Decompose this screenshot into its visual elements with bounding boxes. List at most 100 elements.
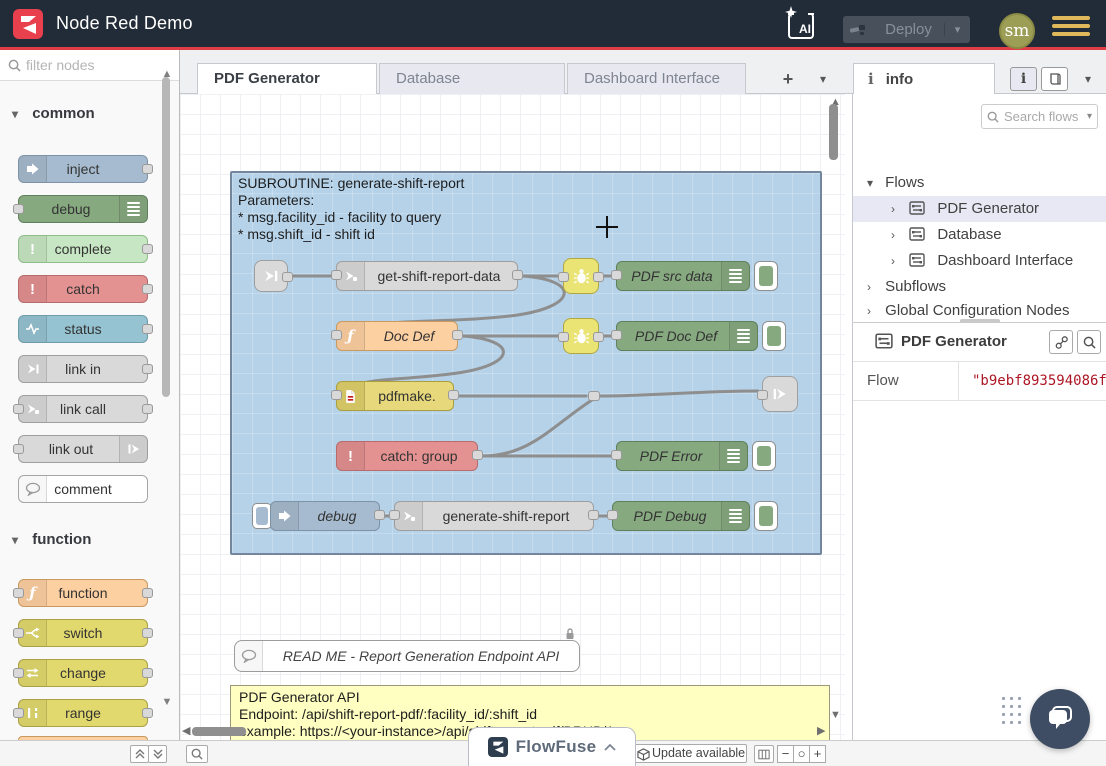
palette-category-function[interactable]: ▾ function: [12, 531, 162, 551]
input-port[interactable]: [331, 330, 342, 340]
output-port[interactable]: [448, 390, 459, 400]
zoom-in-button[interactable]: +: [809, 745, 826, 763]
node-link-in[interactable]: [254, 260, 288, 292]
palette-node-debug[interactable]: debug: [18, 195, 148, 223]
input-port[interactable]: [558, 332, 569, 342]
output-port[interactable]: [142, 628, 153, 638]
node-doc-def[interactable]: ƒ Doc Def: [336, 321, 458, 351]
debug-toggle-button[interactable]: [752, 441, 776, 471]
node-pdfmake[interactable]: pdfmake.: [336, 381, 454, 411]
ai-assistant-button[interactable]: AI: [784, 9, 818, 41]
palette-node-status[interactable]: status: [18, 315, 148, 343]
main-menu-button[interactable]: [1052, 16, 1090, 38]
navigator-button[interactable]: [754, 745, 774, 763]
flowfuse-banner[interactable]: FlowFuse: [468, 727, 636, 766]
node-assistant-bug-1[interactable]: [563, 258, 599, 294]
node-pdf-debug[interactable]: PDF Debug: [612, 501, 750, 531]
add-flow-button[interactable]: +: [775, 67, 801, 91]
palette-node-link-out[interactable]: link out: [18, 435, 148, 463]
search-flow-button[interactable]: [1077, 330, 1101, 354]
input-port[interactable]: [611, 330, 622, 340]
widget-drag-dots[interactable]: [1002, 697, 1022, 725]
node-get-shift-report-data[interactable]: get-shift-report-data: [336, 261, 518, 291]
palette-node-complete[interactable]: ! complete: [18, 235, 148, 263]
node-pdf-src-data[interactable]: PDF src data: [616, 261, 750, 291]
deploy-button[interactable]: Deploy ▾: [843, 16, 970, 43]
palette-scroll-down-arrow[interactable]: ▼: [160, 697, 174, 707]
output-port[interactable]: [142, 284, 153, 294]
input-port[interactable]: [13, 444, 24, 454]
sidebar-info-button[interactable]: i: [1010, 67, 1037, 91]
tree-item-database[interactable]: › Database: [853, 222, 1106, 248]
filter-nodes-input[interactable]: [26, 53, 171, 77]
collapse-all-button[interactable]: [130, 745, 149, 763]
node-assistant-bug-2[interactable]: [563, 318, 599, 354]
debug-toggle-button[interactable]: [754, 261, 778, 291]
input-port[interactable]: [558, 272, 569, 282]
palette-node-range[interactable]: range: [18, 699, 148, 727]
palette-node-comment[interactable]: comment: [18, 475, 148, 503]
copy-link-button[interactable]: [1049, 330, 1073, 354]
palette-node-change[interactable]: change: [18, 659, 148, 687]
search-flows-box[interactable]: ▾: [981, 104, 1098, 129]
palette-node-function[interactable]: ƒ function: [18, 579, 148, 607]
output-port[interactable]: [142, 324, 153, 334]
input-port[interactable]: [331, 390, 342, 400]
input-port[interactable]: [13, 628, 24, 638]
output-port[interactable]: [472, 450, 483, 460]
canvas-vertical-scrollbar-thumb[interactable]: [829, 104, 838, 160]
input-port[interactable]: [611, 450, 622, 460]
wire-junction[interactable]: [588, 391, 600, 401]
expand-all-button[interactable]: [148, 745, 167, 763]
palette-scrollbar-thumb[interactable]: [162, 77, 170, 397]
node-link-out[interactable]: [762, 376, 798, 412]
palette-node-link-call[interactable]: link call: [18, 395, 148, 423]
canvas-search-button[interactable]: [186, 745, 208, 763]
node-catch-group[interactable]: ! catch: group: [336, 441, 478, 471]
input-port[interactable]: [13, 708, 24, 718]
palette-category-common[interactable]: ▾ common: [12, 105, 162, 125]
zoom-out-button[interactable]: −: [777, 745, 794, 763]
node-inject-debug[interactable]: debug: [270, 501, 380, 531]
input-port[interactable]: [331, 270, 342, 280]
palette-node-inject[interactable]: inject: [18, 155, 148, 183]
input-port[interactable]: [607, 510, 618, 520]
input-port[interactable]: [13, 588, 24, 598]
input-port[interactable]: [611, 270, 622, 280]
palette-node-switch[interactable]: switch: [18, 619, 148, 647]
output-port[interactable]: [593, 332, 604, 342]
search-flows-input[interactable]: [1004, 107, 1078, 126]
tree-subflows[interactable]: › Subflows: [853, 274, 1106, 300]
output-port[interactable]: [142, 708, 153, 718]
input-port[interactable]: [13, 404, 24, 414]
output-port[interactable]: [142, 404, 153, 414]
tree-item-dashboard-interface[interactable]: › Dashboard Interface: [853, 248, 1106, 274]
tree-item-pdf-generator[interactable]: › PDF Generator: [853, 196, 1106, 222]
node-pdf-error[interactable]: PDF Error: [616, 441, 748, 471]
sidebar-help-button[interactable]: [1041, 67, 1068, 91]
tree-flows[interactable]: ▾ Flows: [853, 170, 1106, 196]
output-port[interactable]: [142, 244, 153, 254]
node-pdf-doc-def[interactable]: PDF Doc Def: [616, 321, 758, 351]
output-port[interactable]: [512, 270, 523, 280]
canvas-scroll-down-arrow[interactable]: ▼: [830, 710, 841, 720]
output-port[interactable]: [142, 588, 153, 598]
debug-toggle-button[interactable]: [762, 321, 786, 351]
output-port[interactable]: [374, 510, 385, 520]
debug-toggle-button[interactable]: [754, 501, 778, 531]
input-port[interactable]: [389, 510, 400, 520]
node-generate-shift-report[interactable]: generate-shift-report: [394, 501, 594, 531]
flow-canvas[interactable]: SUBROUTINE: generate-shift-report Parame…: [180, 94, 845, 740]
update-available-button[interactable]: Update available: [633, 744, 747, 763]
zoom-reset-button[interactable]: ○: [793, 745, 810, 763]
user-avatar[interactable]: sm: [999, 13, 1035, 49]
palette-node-link-in[interactable]: link in: [18, 355, 148, 383]
node-readme-comment[interactable]: READ ME - Report Generation Endpoint API: [234, 640, 580, 672]
chat-widget-button[interactable]: [1030, 689, 1090, 749]
deploy-options-caret[interactable]: ▾: [944, 23, 970, 36]
output-port[interactable]: [588, 510, 599, 520]
canvas-scroll-right-arrow[interactable]: ▶: [817, 726, 825, 736]
canvas-scroll-left-arrow[interactable]: ◀: [182, 726, 190, 736]
palette-node-catch[interactable]: ! catch: [18, 275, 148, 303]
output-port[interactable]: [593, 272, 604, 282]
